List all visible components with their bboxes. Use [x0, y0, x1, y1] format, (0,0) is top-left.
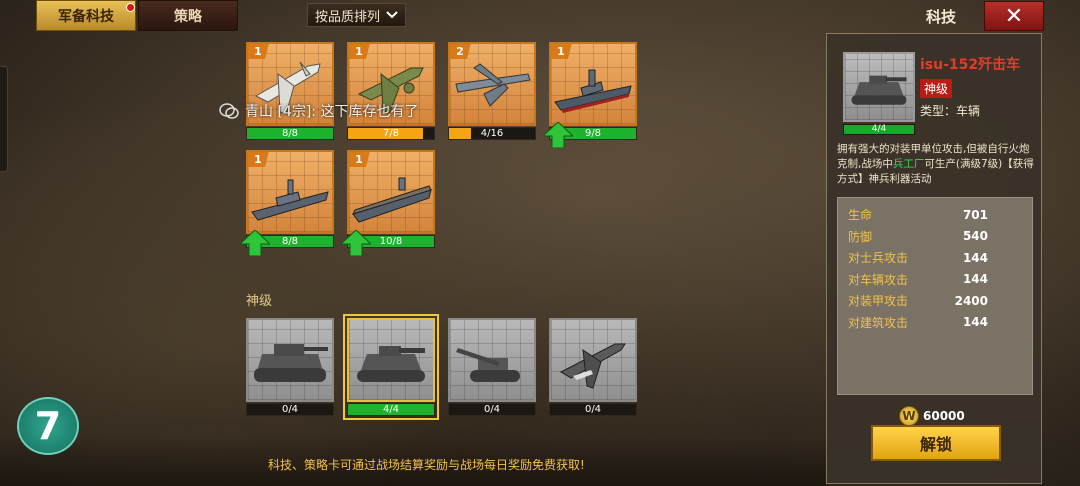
tech-card-cruiser[interactable]: 1 8/8 [240, 150, 334, 256]
unlock-cost: W 60000 [899, 406, 965, 426]
card-art [448, 318, 536, 402]
card-art: 1 [549, 42, 637, 126]
tech-card-carrier[interactable]: 1 10/8 [341, 150, 435, 256]
stat-label: 生命 [848, 208, 873, 223]
close-icon: ✕ [1004, 3, 1024, 29]
stat-row: 防御 540 [848, 226, 1022, 248]
stat-row: 生命 701 [848, 204, 1022, 226]
coin-icon: W [899, 406, 919, 426]
tech-card-fighter[interactable]: 0/4 [549, 318, 637, 416]
stat-row: 对建筑攻击 144 [848, 312, 1022, 334]
progress-text: 9/8 [584, 128, 602, 139]
stat-value: 540 [962, 229, 988, 244]
upgrade-arrow-icon [543, 122, 573, 148]
tech-card-battleship[interactable]: 1 9/8 [543, 42, 637, 148]
progress-text: 0/4 [483, 404, 501, 415]
tech-card-heavy-tank[interactable]: 0/4 [246, 318, 334, 416]
stat-label: 对士兵攻击 [848, 251, 909, 266]
hint-text: 科技、策略卡可通过战场结算奖励与战场每日奖励免费获取! [268, 458, 585, 472]
stat-row: 对车辆攻击 144 [848, 269, 1022, 291]
card-progress-bar: 4/4 [347, 403, 435, 416]
unit-type: 类型：车辆 [920, 104, 981, 118]
tank-destroyer-icon [851, 75, 907, 105]
close-button[interactable]: ✕ [984, 1, 1044, 31]
stats-table: 生命 701 防御 540 对士兵攻击 144 对车辆攻击 144 对装甲攻击 2400 … [837, 197, 1033, 395]
progress-text: 8/8 [281, 236, 299, 247]
stat-value: 144 [962, 272, 988, 287]
chat-text: 青山 [4宗]: 这下库存也有了 [245, 104, 419, 120]
card-art: 2 [448, 42, 536, 126]
grade-badge: 神级 [920, 79, 953, 98]
card-art [347, 318, 435, 402]
stat-label: 对建筑攻击 [848, 315, 909, 330]
stat-row: 对装甲攻击 2400 [848, 290, 1022, 312]
side-drawer-handle[interactable] [0, 66, 8, 172]
stat-value: 2400 [954, 293, 988, 308]
unit-thumbnail [843, 52, 915, 122]
tech-card-green-plane[interactable]: 1 7/8 [347, 42, 435, 140]
logo-text: 7 [34, 404, 62, 448]
progress-text: 4/16 [480, 128, 504, 139]
card-art: 1 [246, 150, 334, 234]
page-title: 科技 [926, 8, 957, 26]
desc-highlight: 兵工厂 [892, 158, 925, 170]
tech-card-tank-destroyer[interactable]: 4/4 [343, 314, 439, 420]
artillery-icon [456, 348, 520, 382]
progress-text: 4/4 [382, 404, 400, 415]
card-progress-bar: 0/4 [549, 403, 637, 416]
tech-card-white-plane[interactable]: 1 8/8 [246, 42, 334, 140]
stat-value: 144 [962, 250, 988, 265]
tank-destroyer-icon [357, 346, 425, 382]
stat-label: 对车辆攻击 [848, 272, 909, 287]
chevron-down-icon [386, 11, 398, 19]
tech-card-bomber[interactable]: 2 4/16 [448, 42, 536, 140]
unit-detail-panel: 4/4 isu-152歼击车 神级 类型：车辆 拥有强大的对装甲单位攻击,但被自… [826, 33, 1042, 484]
upgrade-arrow-icon [341, 230, 371, 256]
section-label-divine: 神级 [246, 294, 273, 309]
card-progress-bar: 7/8 [347, 127, 435, 140]
progress-text: 0/4 [281, 404, 299, 415]
progress-fill [449, 128, 471, 139]
fighter-plane-icon [559, 343, 626, 389]
chat-message[interactable]: 青山 [4宗]: 这下库存也有了 [219, 101, 418, 121]
progress-text: 0/4 [584, 404, 602, 415]
card-art [549, 318, 637, 402]
tech-card-artillery[interactable]: 0/4 [448, 318, 536, 416]
card-progress-bar: 0/4 [246, 403, 334, 416]
tank-icon [254, 344, 328, 382]
unlock-button[interactable]: 解锁 [871, 425, 1001, 461]
sort-button-label: 按品质排列 [314, 9, 380, 25]
upgrade-arrow-icon [240, 230, 270, 256]
sort-by-quality-button[interactable]: 按品质排列 [307, 3, 406, 27]
thumbnail-progress-bar: 4/4 [843, 124, 915, 135]
stat-row: 对士兵攻击 144 [848, 247, 1022, 269]
card-art [246, 318, 334, 402]
stat-value: 701 [962, 207, 988, 222]
progress-text: 7/8 [382, 128, 400, 139]
stat-label: 对装甲攻击 [848, 294, 909, 309]
stat-label: 防御 [848, 229, 873, 244]
card-progress-bar: 0/4 [448, 403, 536, 416]
card-progress-bar: 4/16 [448, 127, 536, 140]
progress-text: 10/8 [379, 236, 403, 247]
unit-description: 拥有强大的对装甲单位攻击,但被自行火炮克制,战场中兵工厂可生产(满级7级)【获得… [837, 142, 1037, 187]
cost-value: 60000 [923, 409, 965, 423]
progress-text: 8/8 [281, 128, 299, 139]
app-logo-icon[interactable]: 7 [17, 397, 79, 455]
card-art: 1 [347, 150, 435, 234]
unit-name: isu-152歼击车 [920, 57, 1021, 73]
stat-value: 144 [962, 315, 988, 330]
wechat-icon [219, 103, 239, 119]
card-progress-bar: 8/8 [246, 127, 334, 140]
tab-arms-tech[interactable]: 军备科技 [36, 0, 136, 31]
notification-dot [126, 3, 135, 12]
tab-strategy[interactable]: 策略 [138, 0, 238, 31]
